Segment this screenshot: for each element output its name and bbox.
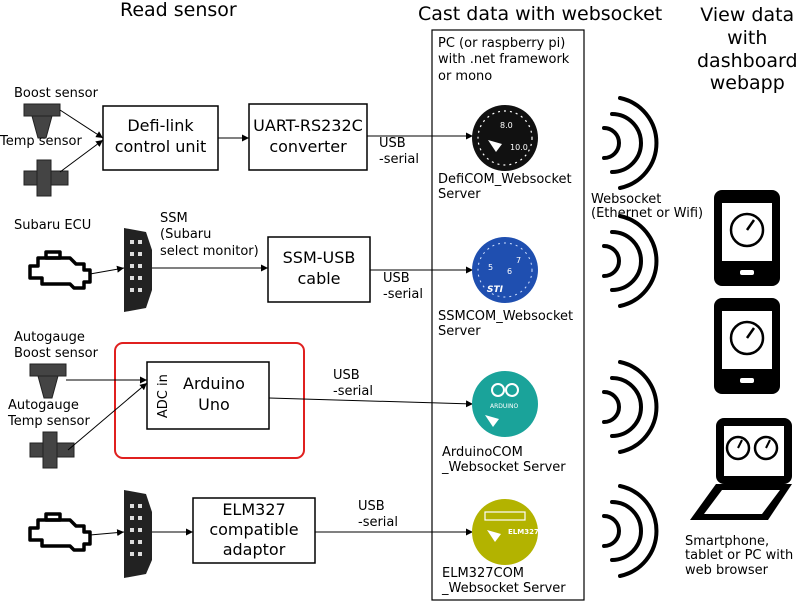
- smartphone-icon-2: [714, 298, 780, 394]
- boost-sensor-label: Boost sensor: [14, 86, 98, 101]
- smartphone-icon: [714, 190, 780, 286]
- engine-icon-2: [28, 512, 92, 552]
- connection-arrows: [59, 109, 474, 537]
- temp-sensor-label: Temp sensor: [0, 134, 82, 149]
- elm327com-server-label: ELM327COM _Websocket Server: [442, 566, 566, 596]
- autogauge-temp-label: Autogauge Temp sensor: [8, 398, 90, 430]
- ssmcom-server-icon: 5 6 7 STI: [472, 237, 538, 303]
- usb-serial-label-4: USB -serial: [358, 499, 398, 530]
- ssm-usb-label: SSM-USB cable: [282, 248, 356, 288]
- websocket-wave-icon: [602, 96, 659, 190]
- devices-label: Smartphone, tablet or PC with web browse…: [685, 534, 794, 578]
- obd-connector-icon-2: [124, 490, 152, 578]
- server-panel-title: PC (or raspberry pi) with .net framework…: [438, 36, 570, 84]
- dial-tick-label: 8.0: [500, 121, 513, 130]
- deficom-server-icon: 8.0 10.0: [472, 105, 538, 171]
- uart-label: UART-RS232C converter: [253, 116, 363, 156]
- deficom-server-label: DefiCOM_Websocket Server: [438, 172, 572, 202]
- ssm-label: SSM (Subaru select monitor): [160, 211, 259, 259]
- autogauge-boost-label: Autogauge Boost sensor: [14, 330, 98, 362]
- temp-sensor-icon: [23, 159, 69, 197]
- usb-serial-label: USB -serial: [379, 136, 419, 167]
- boost-sensor-icon: [23, 103, 61, 139]
- obd-connector-icon: [124, 228, 152, 312]
- adc-in-label: ADC in: [155, 374, 171, 419]
- engine-icon: [28, 250, 92, 290]
- subaru-ecu-label: Subaru ECU: [14, 218, 92, 233]
- defi-link-label: Defi-link control unit: [114, 116, 207, 156]
- dial-brand-label: STI: [487, 285, 504, 295]
- usb-serial-label-3: USB -serial: [333, 368, 373, 399]
- laptop-icon: [690, 418, 792, 520]
- dial-brand-label: ELM327: [508, 528, 539, 536]
- websocket-label: Websocket (Ethernet or Wifi): [591, 192, 704, 222]
- dial-tick-label: 7: [516, 256, 521, 265]
- websocket-wave-icon-2: [602, 214, 659, 308]
- ssmcom-server-label: SSMCOM_Websocket Server: [438, 309, 574, 339]
- autogauge-temp-sensor-icon: [29, 431, 75, 469]
- dial-tick-label: 5: [488, 263, 493, 272]
- elm327com-server-icon: ELM327: [472, 499, 539, 565]
- autogauge-boost-sensor-icon: [29, 363, 67, 399]
- dial-brand-label: ARDUINO: [490, 403, 519, 410]
- dial-tick-label: 10.0: [510, 143, 528, 152]
- usb-serial-label-2: USB -serial: [383, 271, 423, 302]
- arduinocom-server-label: ArduinoCOM _Websocket Server: [442, 445, 566, 475]
- cast-data-header: Cast data with websocket: [418, 3, 663, 25]
- websocket-wave-icon-4: [602, 484, 659, 578]
- elm327-label: ELM327 compatible adaptor: [209, 500, 299, 559]
- arduino-label: Arduino Uno: [183, 374, 245, 414]
- arduinocom-server-icon: ARDUINO: [472, 371, 538, 437]
- websocket-wave-icon-3: [602, 360, 659, 454]
- read-sensor-header: Read sensor: [120, 0, 237, 21]
- dial-tick-label: 6: [507, 267, 512, 276]
- view-data-header: View data with dashboard webapp: [697, 4, 798, 95]
